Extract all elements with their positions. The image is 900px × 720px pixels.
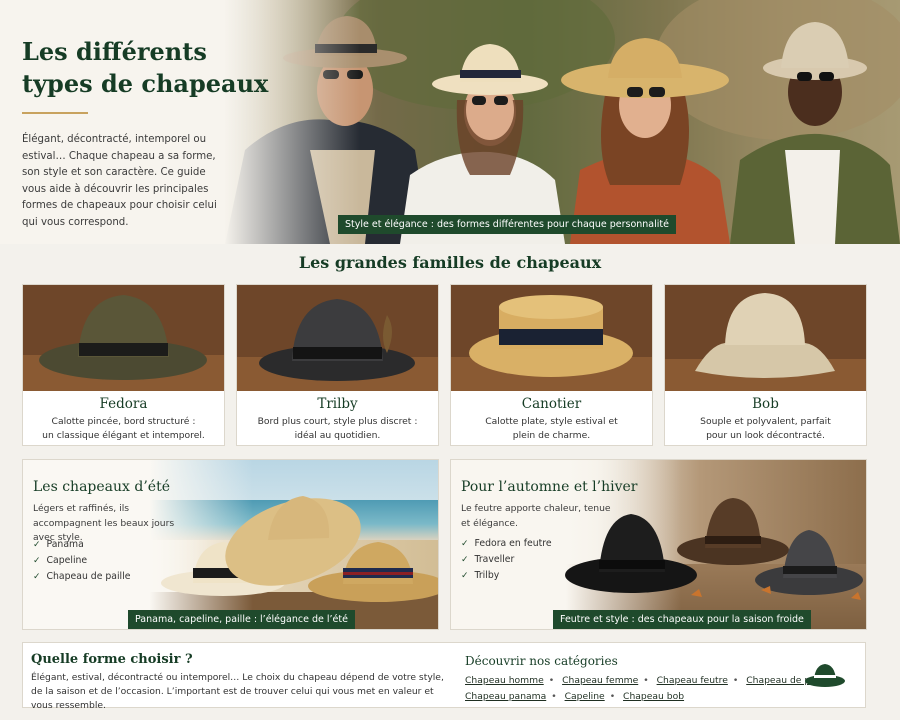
card-desc-line2: plein de charme. [512, 429, 591, 441]
card-title: Canotier [521, 396, 582, 412]
list-item: ✓ Fedora en feutre [461, 538, 552, 549]
card-description: Calotte plate, style estival et plein de… [457, 415, 646, 442]
choose-text: Élégant, estival, décontracté ou intempo… [31, 672, 444, 711]
card-desc-line1: Calotte plate, style estival et [485, 416, 618, 427]
link-chapeau-bob[interactable]: Chapeau bob [623, 691, 684, 702]
link-chapeau-homme[interactable]: Chapeau homme [465, 675, 544, 686]
fedora-hat-image [23, 285, 224, 391]
list-item: ✓ Traveller [461, 554, 515, 565]
card-title: Fedora [99, 396, 148, 412]
check-icon: ✓ [33, 556, 41, 566]
winter-caption: Feutre et style : des chapeaux pour la s… [553, 610, 811, 629]
bottom-bar: Quelle forme choisir ? Élégant, estival,… [22, 642, 866, 711]
card-desc-line2: idéal au quotidien. [294, 429, 381, 441]
summer-title: Les chapeaux d’été [33, 479, 170, 495]
category-links: Chapeau homme • Chapeau femme • Chapeau fe… [465, 673, 829, 704]
card-bob[interactable]: Bob Souple et polyvalent, parfait pour u… [664, 284, 867, 446]
choose-title: Quelle forme choisir ? [31, 652, 193, 667]
hero-intro: Élégant, décontracté, intemporel ou esti… [22, 134, 217, 228]
card-fedora[interactable]: Fedora Calotte pincée, bord structuré : … [22, 284, 225, 446]
card-title: Bob [752, 396, 779, 412]
winter-text: Le feutre apporte chaleur, tenue et élég… [461, 503, 611, 529]
winter-list: ✓ Fedora en feutre ✓ Traveller ✓ Trilby [461, 536, 552, 584]
card-desc-line1: Calotte pincée, bord structuré : [51, 416, 196, 427]
card-desc-line1: Souple et polyvalent, parfait [700, 416, 831, 427]
winter-panel: Pour l’automne et l’hiver Le feutre appo… [450, 459, 867, 630]
card-desc-line2: un classique élégant et intemporel. [42, 429, 205, 441]
families-title: Les grandes familles de chapeaux [298, 253, 602, 272]
bob-hat-image [665, 285, 866, 391]
separator: • [609, 690, 616, 702]
card-desc-line1: Bord plus court, style plus discret : [257, 416, 418, 427]
hero-caption: Style et élégance : des formes différent… [338, 215, 676, 234]
card-canotier[interactable]: Canotier Calotte plate, style estival et… [450, 284, 653, 446]
summer-list: ✓ Panama ✓ Capeline ✓ Chapeau de paille [33, 537, 130, 585]
separator: • [732, 675, 739, 686]
canotier-hat-image [451, 285, 652, 391]
link-chapeau-panama[interactable]: Chapeau panama [465, 691, 546, 702]
card-description: Souple et polyvalent, parfait pour un lo… [671, 415, 860, 442]
hat-icon [805, 664, 845, 687]
page-title: Les différents types de chapeaux [22, 36, 302, 100]
winter-title: Pour l’automne et l’hiver [461, 479, 638, 495]
hero-banner: Les différents types de chapeaux Élégant… [0, 0, 900, 244]
check-icon: ✓ [461, 539, 469, 549]
card-trilby[interactable]: Trilby Bord plus court, style plus discr… [236, 284, 439, 446]
card-desc-line2: pour un look décontracté. [706, 429, 825, 441]
link-capeline[interactable]: Capeline [565, 691, 605, 702]
list-item: ✓ Trilby [461, 570, 500, 581]
card-description: Bord plus court, style plus discret : id… [243, 415, 432, 442]
card-title: Trilby [317, 396, 358, 412]
card-description: Calotte pincée, bord structuré : un clas… [29, 415, 218, 442]
separator: • [548, 675, 555, 686]
link-chapeau-feutre[interactable]: Chapeau feutre [657, 675, 728, 686]
separator: • [551, 690, 557, 702]
list-item: ✓ Capeline [33, 555, 88, 566]
categories-title: Découvrir nos catégories [465, 654, 618, 668]
title-divider [22, 112, 88, 114]
check-icon: ✓ [33, 572, 41, 582]
link-chapeau-femme[interactable]: Chapeau femme [562, 675, 638, 686]
check-icon: ✓ [461, 571, 469, 581]
check-icon: ✓ [461, 555, 469, 565]
page-title-line2: types de chapeaux [22, 69, 269, 98]
separator: • [643, 675, 649, 686]
check-icon: ✓ [33, 540, 41, 550]
trilby-hat-image [237, 285, 438, 391]
list-item: ✓ Panama [33, 539, 84, 550]
list-item: ✓ Chapeau de paille [33, 571, 131, 582]
page-title-line1: Les différents [22, 37, 207, 66]
summer-caption: Panama, capeline, paille : l’élégance de… [128, 610, 355, 629]
summer-panel: Les chapeaux d’été Légers et raffinés, i… [22, 459, 439, 630]
